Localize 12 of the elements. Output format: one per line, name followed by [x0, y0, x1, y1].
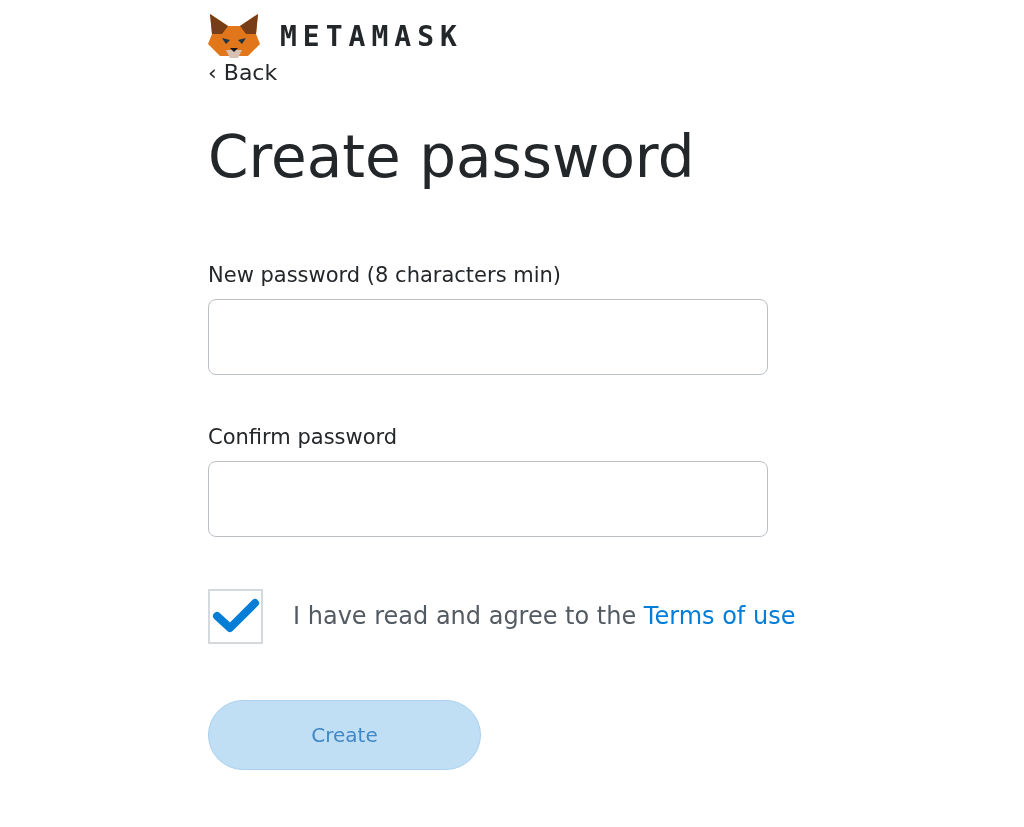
page-title: Create password [208, 123, 695, 193]
brand-name: METAMASK [280, 19, 463, 53]
terms-link[interactable]: Terms of use [643, 602, 796, 631]
terms-checkbox[interactable] [208, 588, 263, 644]
check-icon [211, 598, 260, 635]
terms-text: I have read and agree to the Terms of use [293, 602, 796, 631]
field-label: New password (8 characters min) [208, 262, 562, 287]
password-field[interactable] [208, 460, 768, 537]
password-field[interactable] [208, 298, 768, 375]
back-link[interactable]: ‹ Back [208, 60, 278, 85]
field-label: Confirm password [208, 424, 398, 449]
fox-logo-icon [208, 12, 260, 60]
